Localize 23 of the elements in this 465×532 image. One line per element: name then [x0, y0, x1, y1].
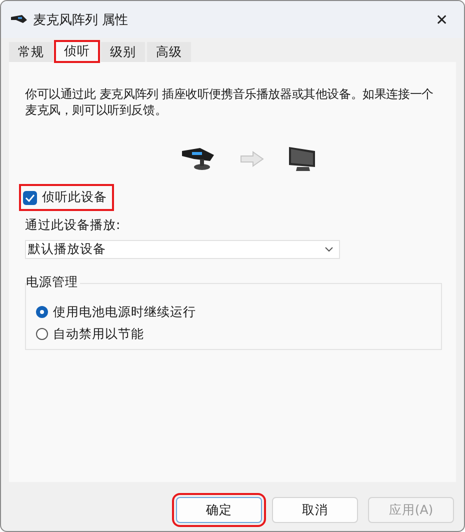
description-text: 你可以通过此 麦克风阵列 插座收听便携音乐播放器或其他设备。如果连接一个麦克风，则可以听到反馈。: [25, 86, 434, 118]
field-label: 通过此设备播放:: [25, 217, 122, 234]
group-title: 电源管理: [26, 274, 80, 291]
microphone-icon: [10, 14, 28, 26]
dialog-button[interactable]: 取消: [272, 497, 358, 523]
radio-label: 自动禁用以节能: [53, 326, 144, 342]
monitor-icon: [288, 146, 316, 172]
window-title: 麦克风阵列 属性: [33, 12, 130, 28]
radio-button[interactable]: [36, 306, 48, 318]
checkbox-label: 侦听此设备: [42, 189, 107, 206]
chevron-down-icon: [325, 247, 333, 252]
radio-label: 使用电池电源时继续运行: [53, 304, 196, 320]
microphone-icon: [180, 147, 216, 171]
tab[interactable]: 侦听: [55, 41, 99, 62]
tab[interactable]: 级别: [101, 42, 145, 62]
checkbox[interactable]: [23, 190, 37, 204]
close-button[interactable]: ✕: [420, 1, 464, 38]
dropdown[interactable]: 默认播放设备: [25, 240, 340, 259]
tab[interactable]: 高级: [147, 42, 191, 62]
radio-button[interactable]: [36, 328, 48, 340]
arrow-icon: [240, 151, 264, 167]
highlight-frame[interactable]: 侦听此设备: [21, 186, 112, 209]
tab[interactable]: 常规: [9, 42, 53, 62]
